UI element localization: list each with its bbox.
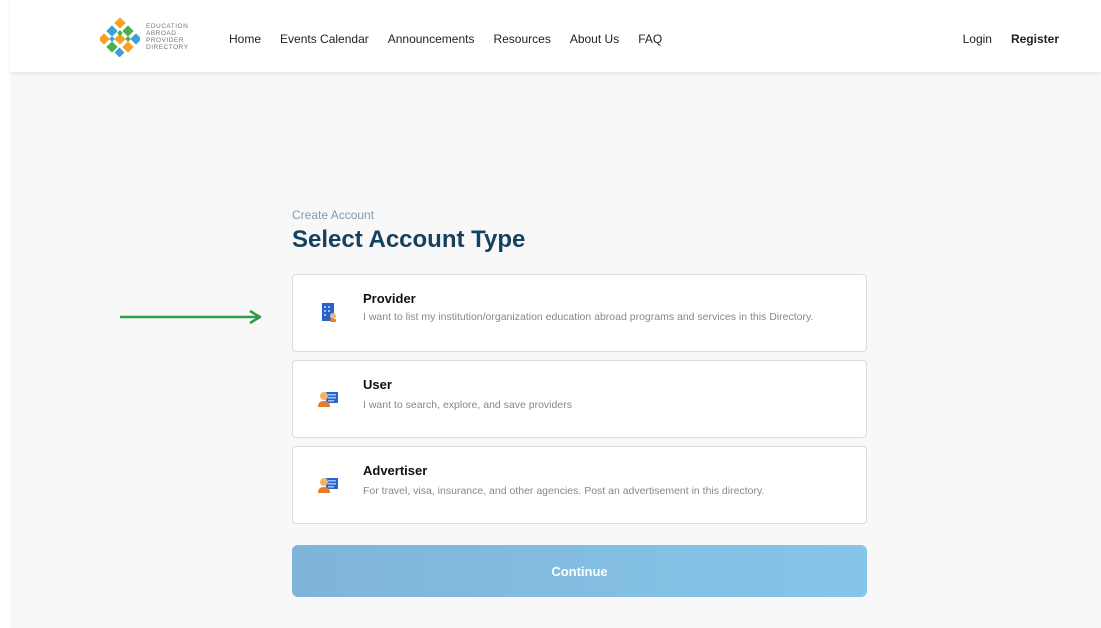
register-link[interactable]: Register [1011, 32, 1059, 46]
nav-home[interactable]: Home [229, 32, 261, 46]
account-type-form: Create Account Select Account Type Provi… [292, 208, 867, 597]
user-card-icon [318, 478, 338, 493]
option-provider[interactable]: Provider I want to list my institution/o… [292, 274, 867, 352]
option-title: Advertiser [363, 463, 428, 478]
option-description: I want to search, explore, and save prov… [363, 399, 572, 411]
logo-mark-icon [100, 17, 140, 57]
nav-resources[interactable]: Resources [493, 32, 550, 46]
logo-line: DIRECTORY [146, 44, 189, 51]
nav-faq[interactable]: FAQ [638, 32, 662, 46]
option-description: I want to list my institution/organizati… [363, 311, 814, 323]
building-icon [322, 303, 336, 322]
nav-about-us[interactable]: About Us [570, 32, 619, 46]
option-title: Provider [363, 291, 416, 306]
main-nav: Home Events Calendar Announcements Resou… [229, 32, 681, 46]
logo-wordmark: EDUCATION ABROAD PROVIDER DIRECTORY [146, 23, 189, 51]
site-logo[interactable]: EDUCATION ABROAD PROVIDER DIRECTORY [100, 14, 210, 60]
nav-announcements[interactable]: Announcements [388, 32, 475, 46]
login-link[interactable]: Login [963, 32, 992, 46]
nav-events-calendar[interactable]: Events Calendar [280, 32, 369, 46]
logo-line: ABROAD [146, 30, 177, 37]
option-title: User [363, 377, 392, 392]
option-user[interactable]: User I want to search, explore, and save… [292, 360, 867, 438]
user-card-icon [318, 392, 338, 407]
continue-button[interactable]: Continue [292, 545, 867, 597]
annotation-arrow-icon [120, 309, 262, 325]
logo-line: EDUCATION [146, 23, 189, 30]
logo-line: PROVIDER [146, 37, 184, 44]
site-header: EDUCATION ABROAD PROVIDER DIRECTORY Home… [10, 0, 1101, 72]
option-advertiser[interactable]: Advertiser For travel, visa, insurance, … [292, 446, 867, 524]
option-description: For travel, visa, insurance, and other a… [363, 485, 765, 497]
auth-links: Login Register [963, 32, 1059, 46]
page-title: Select Account Type [292, 226, 526, 253]
form-eyebrow: Create Account [292, 208, 375, 222]
